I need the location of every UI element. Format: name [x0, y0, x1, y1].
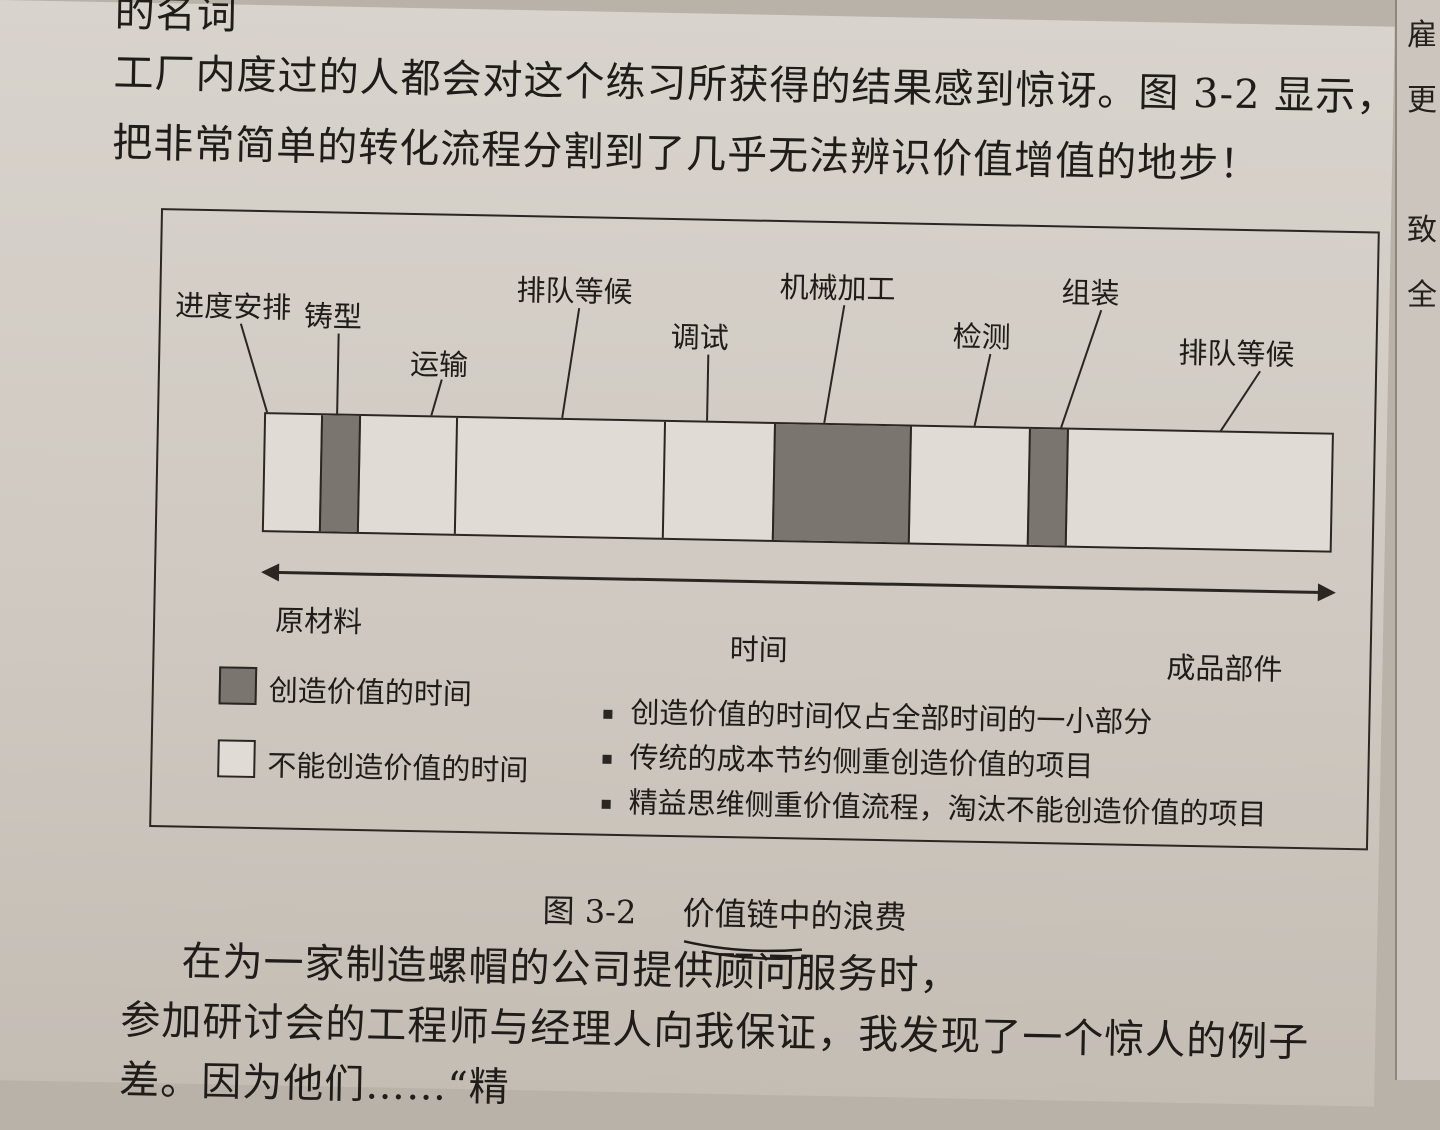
figure-value-chain-waste: 进度安排 铸型 运输 排队等候 调试 机械加工 检测 组装 排队等候 原材料 时… — [149, 208, 1380, 851]
legend-swatch-non-value — [217, 739, 256, 779]
timeline-middle-label: 时间 — [729, 632, 789, 668]
facing-page-edge: 雇 更 致 全 — [1395, 0, 1440, 1080]
legend-swatch-value — [218, 666, 258, 706]
process-bar — [261, 412, 1334, 553]
book-page: 的名词 工厂内度过的人都会对这个练习所获得的结果感到惊讶。图 3-2 显示，我 … — [0, 0, 1439, 1111]
timeline-end-label: 成品部件 — [1166, 650, 1283, 687]
legend-label-non-value: 不能创造价值的时间 — [267, 748, 529, 788]
text-line-2: 把非常简单的转化流程分割到了几乎无法辨识价值增值的地步！ — [111, 120, 1261, 189]
facing-page-char: 致 — [1407, 213, 1437, 248]
text-line-top: 的名词 — [114, 0, 239, 39]
facing-page-char: 全 — [1407, 278, 1437, 313]
timeline-start-label: 原材料 — [274, 603, 363, 640]
facing-page-char: 更 — [1407, 83, 1437, 118]
text-line-1: 工厂内度过的人都会对这个练习所获得的结果感到惊讶。图 3-2 显示，我 — [113, 50, 1439, 122]
segment-casting — [318, 415, 362, 532]
text-line-5: 差。因为他们……“精 — [118, 1057, 511, 1111]
segment-divider — [453, 417, 459, 534]
legend-label-value: 创造价值的时间 — [268, 673, 473, 712]
segment-machining — [771, 423, 912, 543]
facing-page-char: 雇 — [1407, 18, 1437, 53]
segment-assembly — [1026, 428, 1069, 546]
segment-divider — [661, 421, 667, 538]
figure-caption-number: 图 3-2 — [542, 891, 637, 932]
